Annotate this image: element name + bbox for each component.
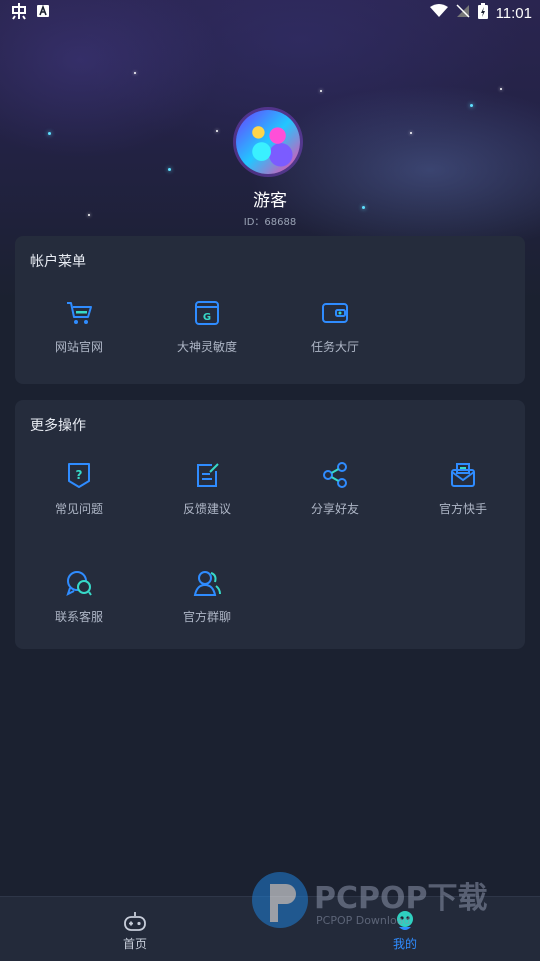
menu-item-kuaishou[interactable]: 官方快手 xyxy=(399,460,527,517)
menu-item-feedback[interactable]: 反馈建议 xyxy=(143,460,271,517)
mail-icon xyxy=(451,463,475,487)
svg-text:?: ? xyxy=(76,468,83,482)
no-signal-icon xyxy=(456,4,470,22)
menu-item-label: 反馈建议 xyxy=(182,502,231,516)
avatar[interactable] xyxy=(236,110,300,174)
tab-mine[interactable]: 我的 xyxy=(270,897,540,961)
battery-charging-icon xyxy=(477,3,488,23)
wallet-icon xyxy=(322,303,348,323)
menu-item-share[interactable]: 分享好友 xyxy=(271,460,399,517)
user-id: ID：68688 xyxy=(243,217,297,228)
chat-icon xyxy=(66,571,92,596)
username: 游客 xyxy=(253,191,287,211)
edit-note-icon xyxy=(197,463,219,487)
menu-item-label: 大神灵敏度 xyxy=(176,340,237,354)
wifi-icon xyxy=(429,4,448,22)
menu-item-label: 官方群聊 xyxy=(182,610,231,624)
question-shield-icon: ? xyxy=(68,463,90,488)
menu-item-label: 官方快手 xyxy=(438,502,487,516)
bottom-tab-bar: 首页 我的 xyxy=(0,896,540,961)
menu-item-task-hall[interactable]: 任务大厅 xyxy=(271,298,399,355)
profile-icon xyxy=(397,911,413,930)
card-title: 帐户菜单 xyxy=(30,254,86,270)
menu-item-label: 分享好友 xyxy=(310,502,359,516)
group-icon xyxy=(193,571,221,596)
account-menu-card: 帐户菜单 网站官网 G 大神灵敏度 任务大厅 xyxy=(15,236,525,384)
clock-time: 11:01 xyxy=(495,4,532,22)
menu-item-label: 任务大厅 xyxy=(310,340,359,354)
menu-item-website[interactable]: 网站官网 xyxy=(15,298,143,355)
status-bar: 11:01 xyxy=(0,0,540,26)
svg-text:G: G xyxy=(203,312,211,323)
card-title: 更多操作 xyxy=(30,418,86,434)
g-window-icon: G xyxy=(195,301,219,325)
keyboard-icon xyxy=(36,4,50,22)
menu-item-label: 常见问题 xyxy=(54,502,103,516)
share-icon xyxy=(323,462,347,488)
menu-item-sensitivity[interactable]: G 大神灵敏度 xyxy=(143,298,271,355)
gamepad-icon xyxy=(124,912,146,931)
app-notification-icon xyxy=(10,2,28,24)
tab-home[interactable]: 首页 xyxy=(0,897,270,961)
more-actions-card: 更多操作 ? 常见问题 反馈建议 分享好友 官方快手 联系客服 官方群聊 xyxy=(15,400,525,649)
cart-icon xyxy=(67,302,92,324)
menu-item-label: 网站官网 xyxy=(54,340,103,354)
tab-label: 首页 xyxy=(122,937,147,951)
tab-label: 我的 xyxy=(392,937,417,951)
menu-item-official-group[interactable]: 官方群聊 xyxy=(143,568,271,625)
menu-item-customer-service[interactable]: 联系客服 xyxy=(15,568,143,625)
menu-item-label: 联系客服 xyxy=(54,610,103,624)
menu-item-faq[interactable]: ? 常见问题 xyxy=(15,460,143,517)
